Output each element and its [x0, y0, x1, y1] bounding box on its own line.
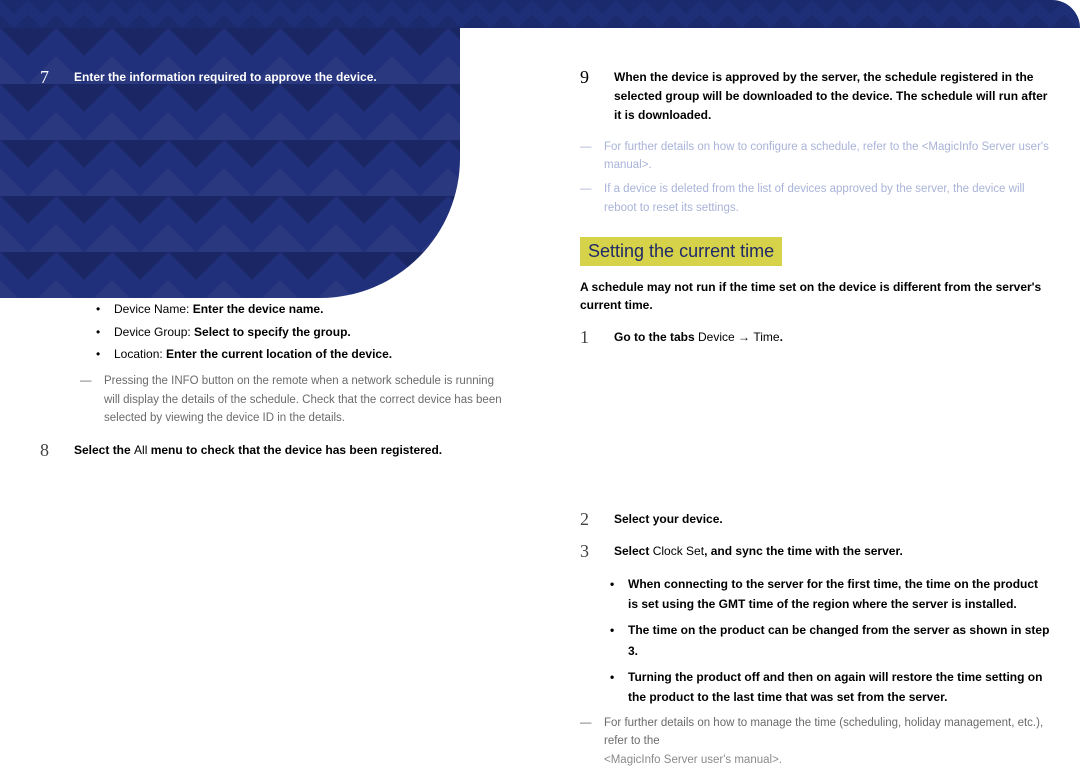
note-delete-reset: ― If a device is deleted from the list o… — [580, 180, 1050, 217]
step-part: menu to check that the device has been r… — [147, 443, 442, 457]
list-item: Device Name: Enter the device name. — [96, 298, 510, 321]
section-title-setting-time: Setting the current time — [580, 237, 782, 266]
step-3: 3 Select Clock Set, and sync the time wi… — [580, 542, 1050, 562]
step-1: 1 Go to the tabs Device → Time. — [580, 328, 1050, 348]
list-item: Location: Enter the current location of … — [96, 343, 510, 366]
page-top-band — [0, 0, 1080, 28]
field-key: Device Name: — [114, 302, 189, 316]
field-key: Device Group: — [114, 325, 191, 339]
note-part: For further details on how to manage the… — [604, 717, 1043, 747]
keyword-all: All — [134, 443, 147, 457]
time-notes-list: When connecting to the server for the fi… — [610, 574, 1050, 708]
illustration-placeholder — [580, 360, 1050, 510]
step-part: . — [780, 330, 783, 344]
step-number: 8 — [40, 441, 56, 461]
dash-icon: ― — [80, 372, 94, 427]
note-text: Pressing the INFO button on the remote w… — [104, 372, 510, 427]
right-column: 9 When the device is approved by the ser… — [540, 28, 1080, 763]
keyword-clock-set: Clock Set — [653, 544, 704, 558]
info-note: ― Pressing the INFO button on the remote… — [80, 372, 510, 427]
field-value: Enter the device name. — [193, 302, 324, 316]
step-9: 9 When the device is approved by the ser… — [580, 68, 1050, 126]
step-7: 7 Enter the information required to appr… — [40, 68, 510, 88]
step-number: 7 — [40, 68, 56, 88]
step-text: When the device is approved by the serve… — [614, 68, 1050, 126]
keyword-device: Device — [698, 330, 735, 344]
step-text: Select the All menu to check that the de… — [74, 441, 442, 461]
left-column: 7 Enter the information required to appr… — [0, 28, 540, 763]
arrow: → — [735, 330, 754, 344]
step-text: Go to the tabs Device → Time. — [614, 328, 783, 348]
field-key: Location: — [114, 347, 163, 361]
note-text: For further details on how to manage the… — [604, 714, 1050, 769]
note-part: Pressing the — [104, 375, 171, 387]
step-part: Select — [614, 544, 653, 558]
step-text: Select your device. — [614, 510, 723, 530]
list-item: The time on the product can be changed f… — [610, 620, 1050, 661]
step-8: 8 Select the All menu to check that the … — [40, 441, 510, 461]
step-number: 9 — [580, 68, 596, 126]
step-part: Select the — [74, 443, 134, 457]
note-schedule-ref: ― For further details on how to configur… — [580, 138, 1050, 175]
field-value: Enter the current location of the device… — [166, 347, 392, 361]
list-item: Turning the product off and then on agai… — [610, 667, 1050, 708]
step-text: Select Clock Set, and sync the time with… — [614, 542, 903, 562]
keyword-info: INFO — [171, 375, 198, 387]
step-number: 3 — [580, 542, 596, 562]
page-body: 7 Enter the information required to appr… — [0, 28, 1080, 763]
manual-reference: <MagicInfo Server user's manual>. — [604, 754, 782, 766]
step-number: 1 — [580, 328, 596, 348]
section-lead: A schedule may not run if the time set o… — [580, 278, 1050, 314]
list-item: Device Group: Select to specify the grou… — [96, 321, 510, 344]
note-text: If a device is deleted from the list of … — [604, 180, 1050, 217]
step-part: Go to the tabs — [614, 330, 698, 344]
step-number: 2 — [580, 510, 596, 530]
list-item: When connecting to the server for the fi… — [610, 574, 1050, 615]
dash-icon: ― — [580, 180, 594, 217]
note-time-ref: ― For further details on how to manage t… — [580, 714, 1050, 769]
step-text: Enter the information required to approv… — [74, 68, 377, 88]
keyword-time: Time — [753, 330, 779, 344]
device-fields-list: Device Name: Enter the device name. Devi… — [96, 298, 510, 366]
note-text: For further details on how to configure … — [604, 138, 1050, 175]
field-value: Select to specify the group. — [194, 325, 351, 339]
dash-icon: ― — [580, 714, 594, 769]
dash-icon: ― — [580, 138, 594, 175]
step-part: , and sync the time with the server. — [704, 544, 903, 558]
step-2: 2 Select your device. — [580, 510, 1050, 530]
